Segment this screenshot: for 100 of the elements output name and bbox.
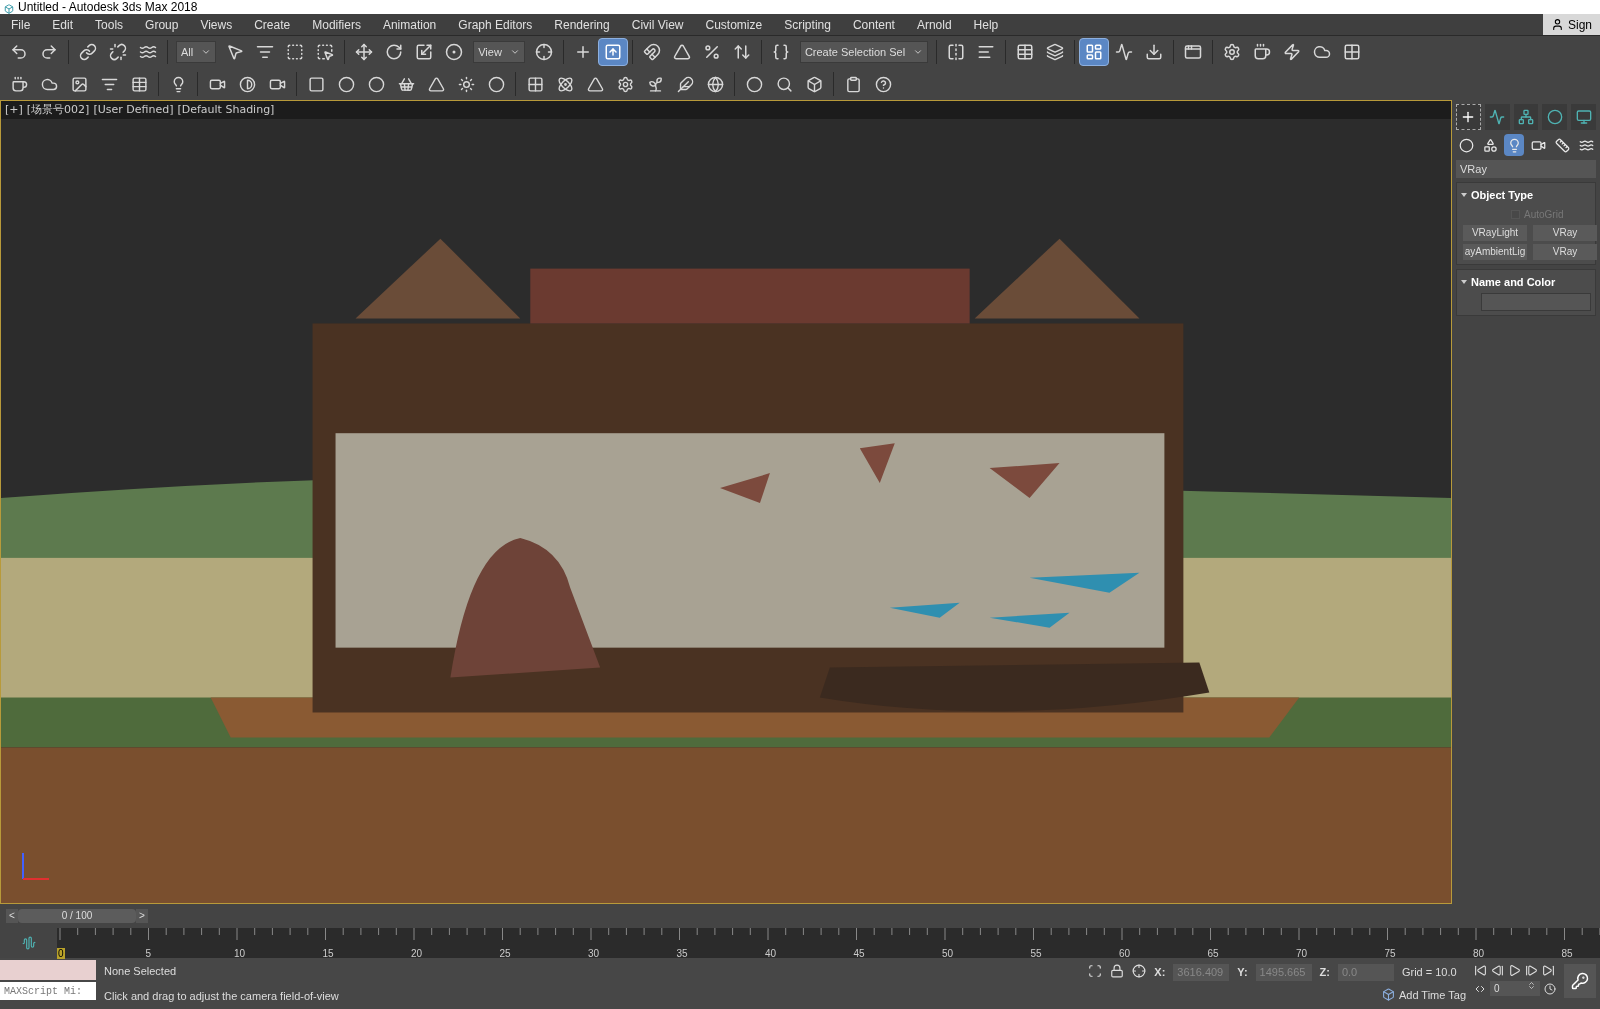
app-logo-icon <box>4 4 14 14</box>
menu-item[interactable]: Help <box>962 15 1010 34</box>
panel-tab[interactable] <box>1513 104 1539 130</box>
object-type-button[interactable]: VRayLight <box>1463 224 1527 241</box>
square-icon <box>307 75 325 93</box>
panel-tab[interactable] <box>1571 104 1596 130</box>
panel-tab[interactable] <box>1542 104 1568 130</box>
toolbar-dropdown[interactable]: View <box>473 41 525 63</box>
viewport-label[interactable]: [场景号002] <box>26 101 90 119</box>
window-icon <box>1184 43 1203 61</box>
category-button[interactable] <box>1504 134 1524 156</box>
current-frame-field[interactable]: 0 <box>1490 981 1540 996</box>
toolbar-dropdown[interactable]: Create Selection Sel <box>799 41 929 63</box>
search-icon <box>775 75 793 93</box>
list-icon <box>256 43 275 61</box>
menu-item[interactable]: Group <box>134 15 190 34</box>
image-icon <box>70 75 88 93</box>
dashed-square-icon <box>286 43 305 61</box>
menu-item[interactable]: File <box>0 15 42 34</box>
feather-icon <box>676 75 694 93</box>
menu-item[interactable]: Customize <box>694 15 774 34</box>
z-label: Z: <box>1319 965 1330 980</box>
table-icon <box>1016 43 1035 61</box>
up-down-arrow-icon <box>732 43 751 61</box>
time-config-icon[interactable] <box>1544 982 1556 995</box>
rollout-header[interactable]: Object Type <box>1461 187 1591 204</box>
help-icon <box>874 75 892 93</box>
rollout-header[interactable]: Name and Color <box>1461 273 1591 290</box>
window-title: Untitled - Autodesk 3ds Max 2018 <box>18 1 198 14</box>
teapot-icon <box>1253 43 1272 61</box>
curve-editor-icon <box>21 936 36 950</box>
circle-icon <box>367 75 385 93</box>
caret-icon <box>509 47 520 57</box>
object-type-button[interactable]: VRay <box>1533 224 1597 241</box>
category-dropdown[interactable]: VRay <box>1456 160 1596 178</box>
menu-item[interactable]: Views <box>189 15 244 34</box>
frame-number: 40 <box>765 948 777 959</box>
menu-item[interactable]: Arnold <box>905 15 963 34</box>
menu-item[interactable]: Tools <box>84 15 135 34</box>
viewport-label[interactable]: [User Defined] <box>93 101 174 119</box>
next-frame-icon[interactable] <box>1525 964 1538 977</box>
download-icon <box>1145 43 1164 61</box>
go-to-end-icon[interactable] <box>1542 964 1555 977</box>
isolate-icon[interactable] <box>1088 964 1103 978</box>
menu-item[interactable]: Animation <box>371 15 448 34</box>
crosshair-icon <box>534 43 553 61</box>
frame-number: 50 <box>942 948 954 959</box>
menu-item[interactable]: Edit <box>41 15 85 34</box>
caret-icon <box>201 47 212 57</box>
previous-frame-icon[interactable] <box>1491 964 1504 977</box>
frame-number: 5 <box>145 948 152 959</box>
viewport-label[interactable]: [+] <box>5 101 23 119</box>
viewport-label[interactable]: [Default Shading] <box>177 101 275 119</box>
menu-item[interactable]: Scripting <box>773 15 842 34</box>
frame-number: 75 <box>1384 948 1396 959</box>
monitor-icon <box>1575 109 1592 125</box>
circle-icon <box>1546 109 1563 125</box>
go-to-start-icon[interactable] <box>1474 964 1487 977</box>
prompt-text: Click and drag to adjust the camera field-of-view <box>104 989 340 1004</box>
unlink-icon <box>109 43 127 61</box>
panel-tab[interactable] <box>1485 104 1510 130</box>
gear-icon <box>616 75 634 93</box>
teapot-icon <box>10 75 28 93</box>
lightning-icon <box>1283 43 1302 61</box>
object-type-button[interactable]: ayAmbientLig <box>1463 243 1527 260</box>
panel-tab[interactable] <box>1456 104 1481 130</box>
expander-icon <box>1461 193 1467 198</box>
sign-in-button[interactable]: Sign <box>1542 14 1600 35</box>
next-frame-button[interactable]: > <box>136 909 148 923</box>
frame-number: 60 <box>1119 948 1131 959</box>
waves-icon <box>139 43 157 61</box>
toolbar-button[interactable] <box>597 38 628 66</box>
grid-size: Grid = 10.0 <box>1401 965 1457 980</box>
clipboard-icon <box>844 75 862 93</box>
magnet-icon <box>642 43 661 61</box>
selection-status: None Selected <box>104 963 178 979</box>
add-time-tag-button[interactable]: Add Time Tag <box>1381 986 1466 1003</box>
lock-icon[interactable] <box>1110 964 1125 978</box>
frame-number: 70 <box>1296 948 1308 959</box>
play-icon[interactable] <box>1508 964 1521 977</box>
set-key-button[interactable] <box>1564 964 1596 998</box>
menu-item[interactable]: Graph Editors <box>447 15 544 34</box>
triangle-icon <box>672 43 691 61</box>
menu-item[interactable]: Content <box>841 15 906 34</box>
dashed-square-pointer-icon <box>316 43 335 61</box>
menu-item[interactable]: Rendering <box>543 15 621 34</box>
link-icon <box>79 43 97 61</box>
toolbar-dropdown[interactable]: All <box>176 41 217 63</box>
pointer-icon <box>226 43 245 61</box>
name-field[interactable] <box>1481 293 1591 311</box>
object-type-button[interactable]: VRay <box>1533 243 1597 260</box>
menu-item[interactable]: Modifiers <box>301 15 372 34</box>
menu-item[interactable]: Create <box>243 15 302 34</box>
previous-frame-button[interactable]: < <box>6 909 18 923</box>
menu-item[interactable]: Civil View <box>620 15 695 34</box>
maxscript-field[interactable]: MAXScript Mi: <box>0 982 96 1000</box>
toolbar-button[interactable] <box>1079 38 1110 66</box>
transform-mode-icon[interactable] <box>1132 964 1147 978</box>
frame-number: 85 <box>1561 948 1573 959</box>
frame-number: 15 <box>322 948 334 959</box>
